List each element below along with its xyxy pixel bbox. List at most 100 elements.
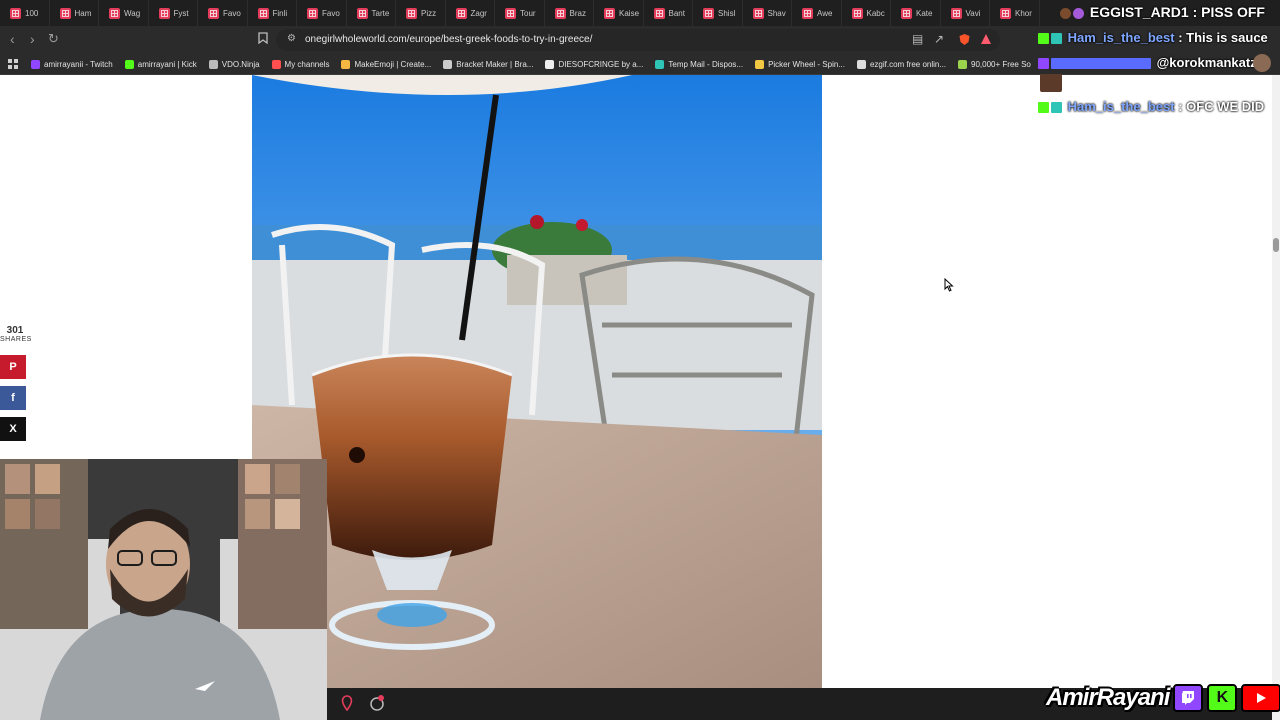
share-count: 301 (6, 325, 24, 336)
tab-favicon-icon (851, 7, 863, 19)
bookmark-item[interactable]: Picker Wheel - Spin... (749, 59, 851, 69)
reload-icon[interactable]: ↻ (48, 32, 59, 46)
tab-favicon-icon (901, 7, 912, 19)
sub-badge-icon (1051, 33, 1062, 45)
share-icon[interactable]: ↗ (934, 33, 944, 45)
browser-tab[interactable]: Vavi (941, 0, 990, 26)
tab-favicon-icon (604, 7, 615, 19)
browser-tab[interactable]: 100 (0, 0, 50, 26)
browser-tab[interactable]: Pizz (396, 0, 446, 26)
tab-title: Ham (74, 8, 92, 18)
tab-title: Favo (322, 8, 340, 18)
facebook-share-button[interactable]: f (0, 386, 26, 410)
bookmark-label: amirrayani | Kick (137, 59, 197, 69)
forward-icon[interactable]: › (30, 32, 35, 46)
bookmark-item[interactable]: Temp Mail - Dispos... (649, 59, 749, 69)
kick-badge-icon (1038, 102, 1049, 114)
browser-tab[interactable]: Ham (50, 0, 99, 26)
tab-favicon-icon (406, 7, 417, 19)
tab-favicon-icon (356, 7, 368, 19)
browser-tab[interactable]: Khor (990, 0, 1040, 26)
tab-title: Favo (223, 8, 241, 18)
bookmark-item[interactable]: My channels (266, 59, 336, 69)
bookmark-label: amirrayanii - Twitch (44, 59, 113, 69)
tab-favicon-icon (653, 7, 665, 19)
url-text[interactable]: onegirlwholeworld.com/europe/best-greek-… (305, 34, 592, 45)
streamer-brand-overlay: AmirRayani K (1046, 681, 1280, 715)
map-pin-icon[interactable] (341, 695, 353, 711)
pinterest-share-button[interactable]: P (0, 355, 26, 379)
browser-tab[interactable]: Zagr (446, 0, 495, 26)
site-info-icon[interactable]: ⚙ (287, 33, 296, 45)
bookmark-item[interactable]: MakeEmoji | Create... (335, 59, 437, 69)
apps-icon[interactable] (0, 58, 25, 70)
browser-tab[interactable]: Tour (495, 0, 545, 26)
browser-tab[interactable]: Wag (99, 0, 149, 26)
youtube-logo-icon (1241, 684, 1280, 712)
chat-message-2: Ham_is_the_best : This is sauce (1038, 30, 1268, 45)
tab-title: Tour (520, 8, 536, 18)
browser-tab[interactable]: Awe (792, 0, 842, 26)
back-icon[interactable]: ‹ (10, 32, 15, 46)
brave-shield-icon[interactable] (958, 33, 971, 48)
tab-title: Zagr (470, 8, 487, 18)
share-count-panel: 301 SHARES (0, 325, 31, 343)
bookmark-favicon-icon (755, 59, 765, 69)
reader-icon[interactable]: ▤ (912, 33, 923, 45)
browser-tab[interactable]: Bant (644, 0, 693, 26)
tab-favicon-icon (257, 7, 269, 19)
webcam-overlay (0, 459, 327, 720)
tab-title: 100 (25, 8, 39, 18)
browser-tab[interactable]: Kate (891, 0, 941, 26)
chat-message-4: Ham_is_the_best : OFC WE DID (1038, 99, 1264, 114)
browser-tab[interactable]: Kaise (594, 0, 644, 26)
bookmark-icon[interactable] (258, 32, 268, 47)
browser-tab[interactable]: Favo (297, 0, 347, 26)
bookmark-favicon-icon (958, 59, 968, 69)
rewards-icon[interactable] (980, 33, 992, 47)
tab-title: Kabc (866, 8, 885, 18)
tab-title: Shav (767, 8, 786, 18)
scrollbar-thumb[interactable] (1273, 238, 1279, 252)
browser-tab[interactable]: Braz (545, 0, 594, 26)
x-share-button[interactable]: X (0, 417, 26, 441)
browser-tab[interactable]: Shisl (693, 0, 743, 26)
browser-tab[interactable]: Finli (248, 0, 297, 26)
tab-title: Bant (668, 8, 685, 18)
tab-title: Wag (124, 8, 141, 18)
mouse-cursor-icon (944, 278, 954, 292)
chat-message-3: @korokmankatz (1038, 55, 1257, 70)
tab-title: Kaise (619, 8, 640, 18)
browser-tab[interactable]: Kabc (842, 0, 891, 26)
bookmark-item[interactable]: Bracket Maker | Bra... (437, 59, 539, 69)
bookmark-favicon-icon (31, 59, 40, 69)
page-scrollbar[interactable] (1272, 75, 1280, 720)
bookmark-label: VDO.Ninja (221, 59, 260, 69)
tab-favicon-icon (703, 7, 714, 19)
greek-coffee-photo (252, 75, 822, 688)
bookmark-item[interactable]: VDO.Ninja (203, 59, 266, 69)
tab-title: Awe (817, 8, 833, 18)
bookmark-item[interactable]: amirrayanii - Twitch (25, 59, 119, 69)
tab-title: Finli (272, 8, 288, 18)
tab-title: Khor (1015, 8, 1032, 18)
bookmark-item[interactable]: amirrayani | Kick (119, 59, 203, 69)
bookmark-label: Bracket Maker | Bra... (456, 59, 534, 69)
notification-icon[interactable] (369, 695, 385, 711)
browser-tab[interactable]: Tarte (347, 0, 396, 26)
bookmark-item[interactable]: ezgif.com free onlin... (851, 59, 952, 69)
browser-tab[interactable]: Shav (743, 0, 792, 26)
browser-tab[interactable]: Favo (198, 0, 248, 26)
tab-favicon-icon (950, 7, 962, 19)
tab-favicon-icon (554, 7, 566, 19)
tab-favicon-icon (158, 7, 170, 19)
chat-username: Ham_is_the_best (1067, 30, 1175, 45)
bookmark-favicon-icon (208, 59, 218, 69)
kick-logo-icon: K (1207, 684, 1238, 712)
tab-favicon-icon (802, 7, 813, 19)
bookmark-item[interactable]: 90,000+ Free So (952, 59, 1037, 69)
browser-tab[interactable]: Fyst (149, 0, 198, 26)
chat-username: Ham_is_the_best (1067, 99, 1175, 114)
tab-title: Pizz (421, 8, 437, 18)
bookmark-item[interactable]: DIESOFCRINGE by a... (539, 59, 649, 69)
